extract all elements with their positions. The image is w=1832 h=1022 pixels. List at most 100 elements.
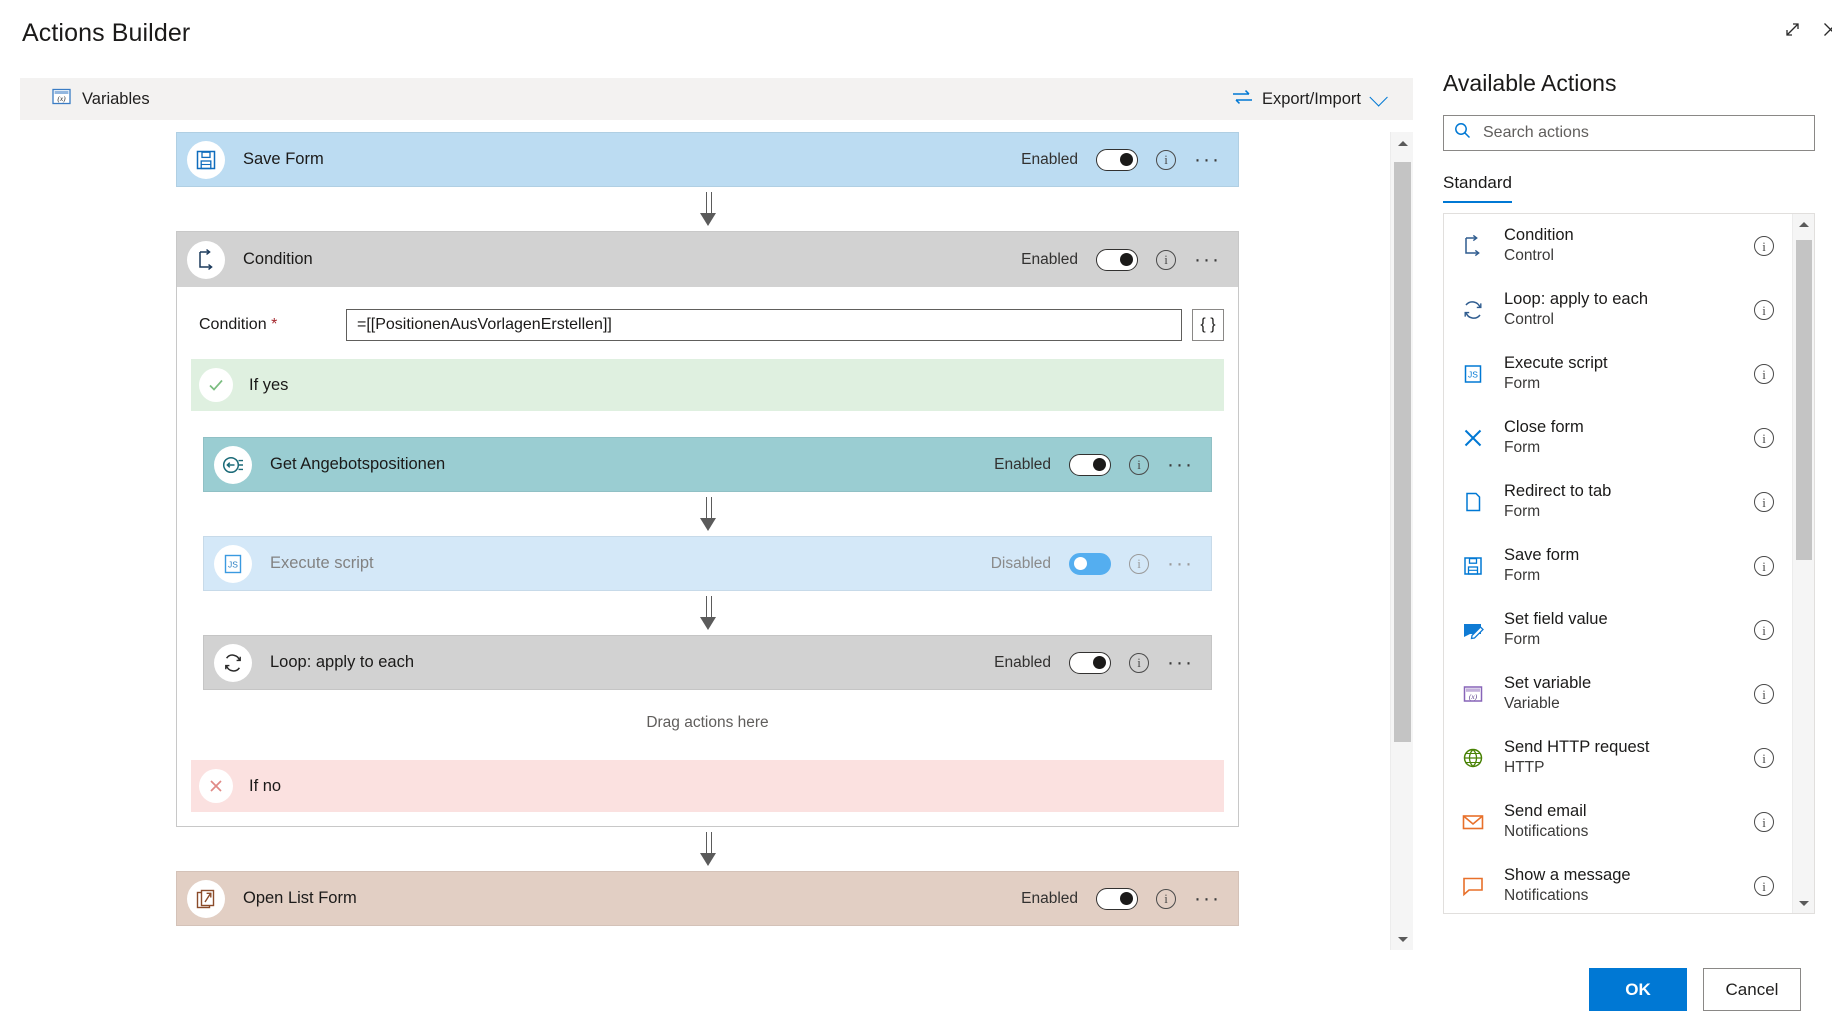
ok-button[interactable]: OK: [1589, 968, 1687, 1011]
info-circle-icon[interactable]: i: [1754, 812, 1774, 832]
action-category: HTTP: [1504, 759, 1544, 776]
action-list-item-send-email[interactable]: Send email Notifications i: [1444, 790, 1792, 854]
if-yes-branch-body[interactable]: Get Angebotspositionen Enabled i ···: [191, 411, 1224, 760]
open-form-icon: [187, 880, 225, 918]
condition-field-label: Condition *: [191, 316, 346, 334]
action-category: Variable: [1504, 695, 1560, 712]
state-label: Enabled: [994, 654, 1051, 672]
action-list-item-set-field-value[interactable]: Set field value Form i: [1444, 598, 1792, 662]
action-card-loop-apply-to-each[interactable]: Loop: apply to each Enabled i ···: [203, 635, 1212, 690]
action-card-condition[interactable]: Condition Enabled i ···: [177, 232, 1238, 287]
scroll-up-arrow-icon[interactable]: [1391, 132, 1414, 154]
edit-pencil-icon: [1458, 615, 1488, 645]
action-list-item-condition[interactable]: Condition Control i: [1444, 214, 1792, 278]
action-name: Close form: [1504, 418, 1584, 436]
canvas-scroll-thumb[interactable]: [1394, 162, 1411, 742]
export-import-label: Export/Import: [1262, 90, 1361, 109]
info-circle-icon[interactable]: i: [1156, 889, 1176, 909]
panel-title: Available Actions: [1443, 70, 1815, 97]
action-list-item-loop-apply-to-each[interactable]: Loop: apply to each Control i: [1444, 278, 1792, 342]
enabled-toggle[interactable]: [1096, 149, 1138, 171]
more-options-icon[interactable]: ···: [1167, 658, 1194, 668]
action-category: Form: [1504, 567, 1540, 584]
envelope-icon: [1458, 807, 1488, 837]
globe-icon: [1458, 743, 1488, 773]
speech-bubble-icon: [1458, 871, 1488, 901]
close-x-icon: [1458, 423, 1488, 453]
enabled-toggle[interactable]: [1069, 652, 1111, 674]
info-circle-icon[interactable]: i: [1754, 556, 1774, 576]
canvas-scrollbar[interactable]: [1390, 132, 1413, 950]
if-yes-branch-header[interactable]: If yes: [191, 359, 1224, 411]
js-script-icon: JS: [1458, 359, 1488, 389]
flow-connector: [20, 187, 1395, 231]
info-circle-icon[interactable]: i: [1754, 876, 1774, 896]
info-circle-icon[interactable]: i: [1754, 492, 1774, 512]
more-options-icon[interactable]: ···: [1194, 155, 1221, 165]
action-category: Control: [1504, 247, 1554, 264]
enabled-toggle[interactable]: [1069, 553, 1111, 575]
action-card-execute-script[interactable]: JS Execute script Disabled i ···: [203, 536, 1212, 591]
enabled-toggle[interactable]: [1096, 888, 1138, 910]
action-list-item-redirect-to-tab[interactable]: Redirect to tab Form i: [1444, 470, 1792, 534]
variables-button[interactable]: (x) Variables: [52, 88, 150, 110]
action-card-save-form[interactable]: Save Form Enabled i ···: [176, 132, 1239, 187]
panel-tabs: Standard: [1443, 173, 1815, 207]
panel-scroll-thumb[interactable]: [1796, 240, 1812, 560]
action-card-get-angebotspositionen[interactable]: Get Angebotspositionen Enabled i ···: [203, 437, 1212, 492]
variables-label: Variables: [82, 90, 150, 109]
panel-scrollbar[interactable]: [1792, 214, 1814, 913]
action-list-item-send-http-request[interactable]: Send HTTP request HTTP i: [1444, 726, 1792, 790]
action-list-item-close-form[interactable]: Close form Form i: [1444, 406, 1792, 470]
more-options-icon[interactable]: ···: [1167, 559, 1194, 569]
if-no-branch-header[interactable]: If no: [191, 760, 1224, 812]
actions-canvas[interactable]: Save Form Enabled i ···: [20, 132, 1413, 950]
info-circle-icon[interactable]: i: [1156, 150, 1176, 170]
branch-label: If no: [249, 777, 281, 796]
info-circle-icon[interactable]: i: [1129, 653, 1149, 673]
info-circle-icon[interactable]: i: [1754, 748, 1774, 768]
js-script-icon: JS: [214, 545, 252, 583]
action-list-item-show-a-message[interactable]: Show a message Notifications i: [1444, 854, 1792, 913]
state-label: Enabled: [1021, 251, 1078, 269]
tab-standard[interactable]: Standard: [1443, 173, 1512, 203]
action-category: Form: [1504, 631, 1540, 648]
scroll-down-arrow-icon[interactable]: [1793, 893, 1815, 913]
action-card-open-list-form[interactable]: Open List Form Enabled i ···: [176, 871, 1239, 926]
action-list-item-execute-script[interactable]: JS Execute script Form i: [1444, 342, 1792, 406]
flow-connector: [203, 591, 1212, 635]
cancel-button[interactable]: Cancel: [1703, 968, 1801, 1011]
expression-builder-button[interactable]: { }: [1192, 309, 1224, 341]
actions-list[interactable]: Condition Control i Loop: apply to each: [1444, 214, 1792, 913]
close-icon[interactable]: [1812, 12, 1832, 46]
maximize-icon[interactable]: [1774, 12, 1810, 46]
info-circle-icon[interactable]: i: [1129, 455, 1149, 475]
condition-input[interactable]: [346, 309, 1182, 341]
more-options-icon[interactable]: ···: [1167, 460, 1194, 470]
search-input[interactable]: [1481, 123, 1804, 143]
export-import-button[interactable]: Export/Import: [1232, 89, 1383, 110]
action-name: Execute script: [1504, 354, 1608, 372]
info-circle-icon[interactable]: i: [1754, 684, 1774, 704]
enabled-toggle[interactable]: [1096, 249, 1138, 271]
action-name: Loop: apply to each: [1504, 290, 1648, 308]
info-circle-icon[interactable]: i: [1754, 620, 1774, 640]
action-list-item-set-variable[interactable]: (x) Set variable Variable i: [1444, 662, 1792, 726]
actions-list-container: Condition Control i Loop: apply to each: [1443, 213, 1815, 914]
more-options-icon[interactable]: ···: [1194, 894, 1221, 904]
info-circle-icon[interactable]: i: [1129, 554, 1149, 574]
info-circle-icon[interactable]: i: [1754, 364, 1774, 384]
action-list-item-save-form[interactable]: Save form Form i: [1444, 534, 1792, 598]
search-actions-field[interactable]: [1443, 115, 1815, 151]
info-circle-icon[interactable]: i: [1156, 250, 1176, 270]
branch-label: If yes: [249, 376, 288, 395]
scroll-up-arrow-icon[interactable]: [1793, 214, 1815, 234]
scroll-down-arrow-icon[interactable]: [1391, 928, 1414, 950]
info-circle-icon[interactable]: i: [1754, 428, 1774, 448]
enabled-toggle[interactable]: [1069, 454, 1111, 476]
action-card-title: Condition: [243, 250, 313, 269]
info-circle-icon[interactable]: i: [1754, 236, 1774, 256]
more-options-icon[interactable]: ···: [1194, 255, 1221, 265]
action-card-title: Loop: apply to each: [270, 653, 414, 672]
info-circle-icon[interactable]: i: [1754, 300, 1774, 320]
